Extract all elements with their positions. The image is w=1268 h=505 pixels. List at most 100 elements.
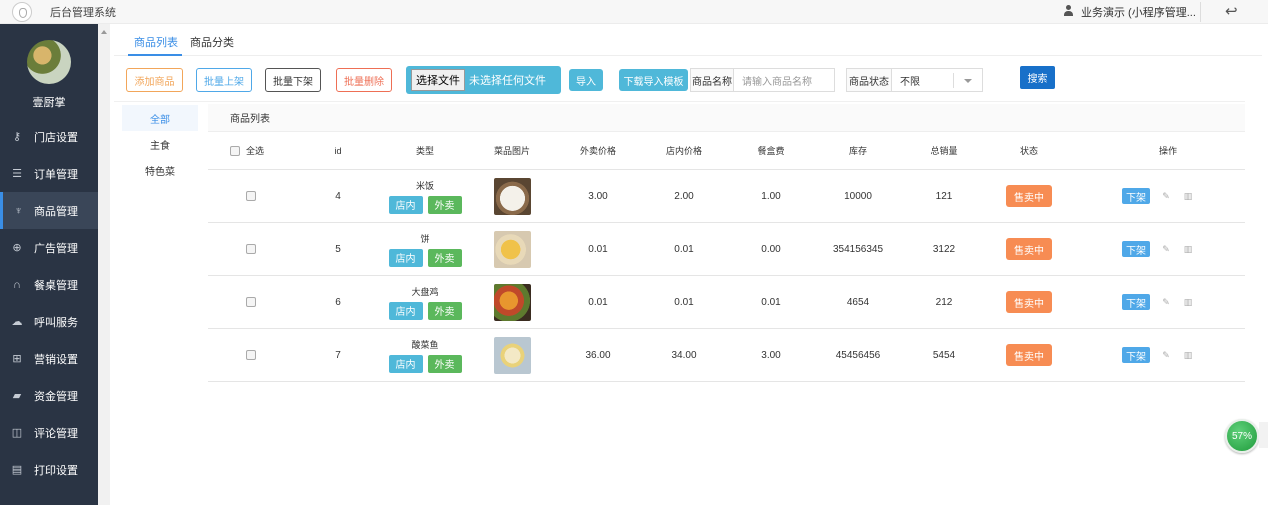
logo-icon bbox=[12, 2, 32, 22]
import-button[interactable]: 导入 bbox=[569, 69, 603, 91]
header-takeout-price: 外卖价格 bbox=[579, 146, 616, 156]
tag-takeout: 外卖 bbox=[427, 354, 462, 373]
category-all[interactable]: 全部 bbox=[122, 105, 198, 131]
tab-product-category[interactable]: 商品分类 bbox=[190, 34, 234, 50]
select-value: 不限 bbox=[900, 76, 920, 88]
cell-dinein-price: 0.01 bbox=[674, 243, 694, 255]
sidebar-item-print[interactable]: ▤ 打印设置 bbox=[0, 451, 98, 488]
take-down-button[interactable]: 下架 bbox=[1122, 294, 1150, 310]
cell-takeout-price: 0.01 bbox=[588, 296, 608, 308]
product-image-rice bbox=[493, 177, 531, 215]
search-button[interactable]: 搜索 bbox=[1020, 66, 1055, 89]
header-dinein-price: 店内价格 bbox=[665, 146, 702, 156]
checkbox[interactable] bbox=[246, 297, 256, 307]
checkbox[interactable] bbox=[246, 244, 256, 254]
widget-tab[interactable] bbox=[1259, 422, 1268, 448]
edit-icon[interactable]: ✎ bbox=[1160, 242, 1172, 256]
row-checkbox[interactable] bbox=[246, 276, 256, 328]
category-special[interactable]: 特色菜 bbox=[122, 157, 198, 183]
sidebar-item-marketing[interactable]: ⊞ 营销设置 bbox=[0, 340, 98, 377]
cell-status: 售卖中 bbox=[999, 276, 1059, 328]
sidebar-item-call-service[interactable]: ☁ 呼叫服务 bbox=[0, 303, 98, 340]
cell-id: 5 bbox=[335, 243, 341, 255]
active-tab-indicator bbox=[128, 54, 182, 56]
product-image-pancake bbox=[493, 230, 531, 268]
cell-type: 大盘鸡 店内 外卖 bbox=[385, 276, 465, 328]
cell-status: 售卖中 bbox=[999, 170, 1059, 222]
row-checkbox[interactable] bbox=[246, 329, 256, 381]
edit-icon[interactable]: ✎ bbox=[1160, 295, 1172, 309]
cell-stock: 10000 bbox=[844, 190, 872, 202]
cell-id: 7 bbox=[335, 349, 341, 361]
cell-type: 饼 店内 外卖 bbox=[385, 223, 465, 275]
print-icon: ▤ bbox=[11, 464, 23, 476]
edit-icon[interactable]: ✎ bbox=[1160, 348, 1172, 362]
table-row: 7 酸菜鱼 店内 外卖 36.00 34.00 3.00 45456456 54… bbox=[208, 329, 1245, 382]
cell-box-fee: 1.00 bbox=[761, 190, 781, 202]
status-badge[interactable]: 售卖中 bbox=[1006, 344, 1052, 366]
delete-icon[interactable]: ▥ bbox=[1182, 348, 1194, 362]
sidebar-scrollbar[interactable] bbox=[98, 24, 110, 505]
delete-icon[interactable]: ▥ bbox=[1182, 242, 1194, 256]
sidebar-item-label: 广告管理 bbox=[34, 242, 78, 255]
select-all-label: 全选 bbox=[246, 146, 265, 156]
select-all-checkbox[interactable] bbox=[230, 145, 240, 156]
delete-icon[interactable]: ▥ bbox=[1182, 295, 1194, 309]
product-name: 饼 bbox=[420, 233, 430, 244]
sidebar-item-products[interactable]: ♆ 商品管理 bbox=[0, 192, 98, 229]
download-template-button[interactable]: 下载导入模板 bbox=[619, 69, 688, 91]
edit-icon[interactable]: ✎ bbox=[1160, 189, 1172, 203]
gift-icon: ⊞ bbox=[12, 353, 22, 365]
sidebar-item-reviews[interactable]: ◫ 评论管理 bbox=[0, 414, 98, 451]
row-checkbox[interactable] bbox=[246, 223, 256, 275]
cell-actions: 下架 ✎ ▥ bbox=[1118, 276, 1198, 328]
checkbox[interactable] bbox=[246, 191, 256, 201]
select-all[interactable]: 全选 bbox=[230, 132, 280, 169]
batch-delete-button[interactable]: 批量删除 bbox=[336, 68, 392, 92]
user-menu[interactable]: 业务演示 (小程序管理... bbox=[1081, 4, 1196, 20]
sidebar-item-ads[interactable]: ⊕ 广告管理 bbox=[0, 229, 98, 266]
cell-dinein-price: 2.00 bbox=[674, 190, 694, 202]
status-badge[interactable]: 售卖中 bbox=[1006, 238, 1052, 260]
product-name-input[interactable]: 请输入商品名称 bbox=[734, 68, 835, 92]
take-down-button[interactable]: 下架 bbox=[1122, 188, 1150, 204]
key-icon: ⚷ bbox=[12, 131, 22, 143]
performance-widget[interactable]: 57% bbox=[1225, 419, 1259, 453]
binoculars-icon: ∩ bbox=[13, 278, 21, 291]
batch-off-shelf-button[interactable]: 批量下架 bbox=[265, 68, 321, 92]
card-icon: ▰ bbox=[12, 390, 22, 402]
sidebar-item-label: 门店设置 bbox=[34, 131, 78, 144]
cell-sales: 3122 bbox=[932, 243, 956, 255]
cell-status: 售卖中 bbox=[999, 223, 1059, 275]
sidebar-item-store-settings[interactable]: ⚷ 门店设置 bbox=[0, 118, 98, 155]
choose-file-button[interactable]: 选择文件 bbox=[411, 69, 465, 91]
row-checkbox[interactable] bbox=[246, 170, 256, 222]
take-down-button[interactable]: 下架 bbox=[1122, 241, 1150, 257]
sidebar-item-tables[interactable]: ∩ 餐桌管理 bbox=[0, 266, 98, 303]
tab-product-list[interactable]: 商品列表 bbox=[134, 34, 178, 50]
batch-on-shelf-button[interactable]: 批量上架 bbox=[196, 68, 252, 92]
table-row: 6 大盘鸡 店内 外卖 0.01 0.01 0.01 4654 212 售卖中 … bbox=[208, 276, 1245, 329]
cell-image bbox=[492, 276, 532, 328]
checkbox[interactable] bbox=[246, 350, 256, 360]
tag-dinein: 店内 bbox=[388, 354, 423, 373]
cell-sales: 5454 bbox=[932, 349, 956, 361]
add-product-button[interactable]: 添加商品 bbox=[126, 68, 183, 92]
category-staple[interactable]: 主食 bbox=[122, 131, 198, 157]
cell-takeout-price: 0.01 bbox=[588, 243, 608, 255]
back-arrow-icon[interactable]: ↩ bbox=[1225, 2, 1238, 20]
status-badge[interactable]: 售卖中 bbox=[1006, 185, 1052, 207]
take-down-button[interactable]: 下架 bbox=[1122, 347, 1150, 363]
cell-box-fee: 0.01 bbox=[761, 296, 781, 308]
product-name-label: 商品名称 bbox=[690, 68, 734, 92]
tag-dinein: 店内 bbox=[388, 301, 423, 320]
sidebar: 壹厨掌 ⚷ 门店设置 ☰ 订单管理 ♆ 商品管理 ⊕ 广告管理 ∩ 餐桌管理 ☁… bbox=[0, 24, 98, 505]
delete-icon[interactable]: ▥ bbox=[1182, 189, 1194, 203]
camera-icon: ◫ bbox=[11, 427, 23, 439]
status-badge[interactable]: 售卖中 bbox=[1006, 291, 1052, 313]
product-status-select[interactable]: 不限 bbox=[892, 68, 983, 92]
sidebar-item-finance[interactable]: ▰ 资金管理 bbox=[0, 377, 98, 414]
header-status: 状态 bbox=[1019, 146, 1038, 156]
sidebar-item-orders[interactable]: ☰ 订单管理 bbox=[0, 155, 98, 192]
globe-icon: ⊕ bbox=[12, 242, 22, 254]
